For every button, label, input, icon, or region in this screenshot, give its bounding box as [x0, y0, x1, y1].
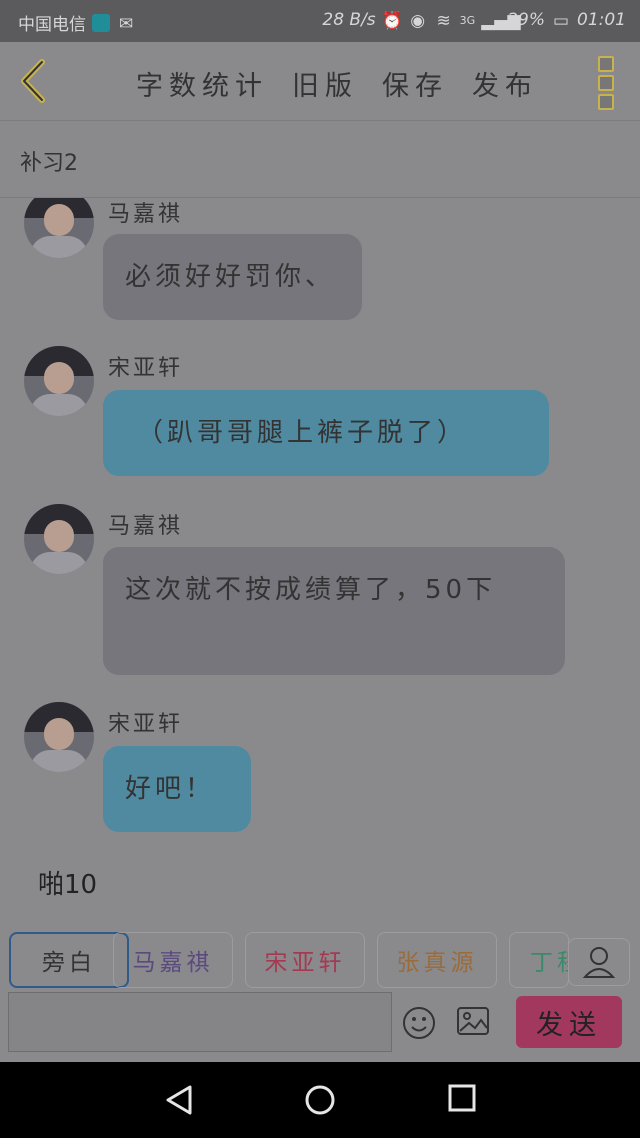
signal-icon: ▂▄▆ — [481, 11, 521, 31]
carrier-label: 中国电信 — [18, 15, 86, 35]
old-version-button[interactable]: 旧版 — [292, 64, 358, 103]
speaker-name: 宋亚轩 — [108, 356, 184, 381]
save-button[interactable]: 保存 — [382, 64, 448, 103]
emoji-icon[interactable] — [402, 1006, 436, 1040]
chat-area[interactable]: 马嘉祺 必须好好罚你、 宋亚轩 （趴哥哥腿上裤子脱了） 马嘉祺 这次就不按成绩算… — [0, 198, 640, 918]
back-arrow-icon[interactable] — [14, 56, 54, 106]
battery-percent: 29% — [507, 10, 545, 30]
input-bar: 发送 — [0, 990, 640, 1062]
avatar-song-yaxuan[interactable] — [24, 702, 94, 772]
battery-icon: ▭ — [552, 11, 570, 31]
alarm-icon: ⏰ — [381, 11, 403, 31]
story-title: 补习2 — [20, 151, 78, 176]
wechat-icon: ✉ — [118, 13, 134, 34]
add-role-button[interactable] — [568, 938, 630, 986]
nav-home-icon[interactable] — [304, 1084, 336, 1116]
security-shield-icon — [92, 13, 110, 32]
send-button[interactable]: 发送 — [516, 996, 622, 1048]
nav-back-icon[interactable] — [164, 1084, 194, 1116]
role-ding-chengxin-tab[interactable]: 丁程鑫 — [509, 932, 569, 988]
network-type: 3G — [459, 13, 476, 27]
word-count-button[interactable]: 字数统计 — [136, 64, 268, 103]
top-toolbar: 字数统计 旧版 保存 发布 — [0, 42, 640, 121]
role-ma-jiaqi-tab[interactable]: 马嘉祺 — [113, 932, 233, 988]
status-bar: 中国电信 ✉ 28 B/s ⏰ ◉ ≋ 3G ▂▄▆ 29% ▭ 01:01 — [0, 0, 640, 42]
role-zhang-zhenyuan-tab[interactable]: 张真源 — [377, 932, 497, 988]
message-bubble[interactable]: （趴哥哥腿上裤子脱了） — [103, 390, 549, 476]
message-bubble[interactable]: 好吧！ — [103, 746, 251, 832]
speaker-name: 宋亚轩 — [108, 712, 184, 737]
wifi-icon: ≋ — [436, 11, 451, 31]
avatar-song-yaxuan[interactable] — [24, 346, 94, 416]
avatar-ma-jiaqi[interactable] — [24, 504, 94, 574]
clock: 01:01 — [577, 10, 626, 30]
eye-icon: ◉ — [410, 11, 426, 31]
role-selector: 旁白 马嘉祺 宋亚轩 张真源 丁程鑫 — [0, 920, 640, 990]
network-speed: 28 B/s — [322, 10, 376, 30]
narration-text[interactable]: 啪10 — [38, 864, 97, 901]
message-input[interactable] — [8, 992, 392, 1052]
role-narrator-tab[interactable]: 旁白 — [9, 932, 129, 988]
person-icon — [582, 947, 616, 978]
more-menu-icon[interactable] — [598, 56, 614, 113]
role-song-yaxuan-tab[interactable]: 宋亚轩 — [245, 932, 365, 988]
message-bubble[interactable]: 必须好好罚你、 — [103, 234, 362, 320]
story-title-bar[interactable]: 补习2 — [0, 121, 640, 198]
system-nav-bar — [0, 1062, 640, 1138]
publish-button[interactable]: 发布 — [472, 64, 538, 103]
nav-recents-icon[interactable] — [448, 1084, 476, 1112]
message-bubble[interactable]: 这次就不按成绩算了，50下 — [103, 547, 565, 675]
speaker-name: 马嘉祺 — [108, 202, 184, 227]
image-icon[interactable] — [456, 1006, 490, 1036]
avatar-ma-jiaqi[interactable] — [24, 198, 94, 258]
speaker-name: 马嘉祺 — [108, 514, 184, 539]
